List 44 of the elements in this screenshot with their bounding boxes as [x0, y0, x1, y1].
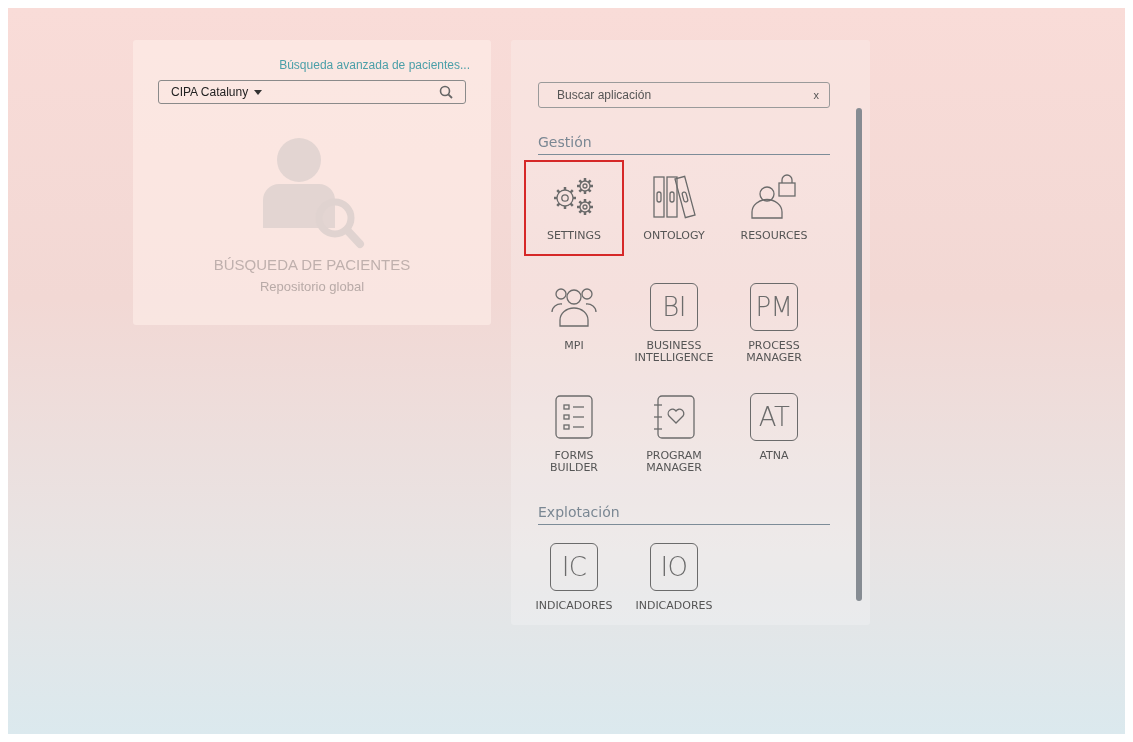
app-tile[interactable]: AT ATNA — [724, 380, 824, 476]
caret-icon — [254, 89, 263, 95]
app-search-input[interactable]: Buscar aplicación — [557, 86, 814, 104]
abbreviation-icon: IC — [550, 543, 598, 591]
app-label: PROCESS MANAGER — [746, 340, 802, 364]
abbreviation-icon: PM — [750, 283, 798, 331]
patient-search-field[interactable]: CIPA Cataluny — [158, 80, 466, 104]
app-tile[interactable]: PROGRAM MANAGER — [624, 380, 724, 476]
abbreviation-icon: AT — [750, 393, 798, 441]
app-tile[interactable]: ONTOLOGY — [624, 160, 724, 256]
app-tile[interactable]: BI BUSINESS INTELLIGENCE — [624, 270, 724, 366]
abbreviation-icon: BI — [650, 283, 698, 331]
section-heading: Gestión — [538, 134, 592, 150]
app-label: ONTOLOGY — [643, 230, 705, 242]
app-label: FORMS BUILDER — [549, 450, 598, 474]
form-list-icon — [554, 394, 594, 440]
app-tile[interactable]: FORMS BUILDER — [524, 380, 624, 476]
search-icon[interactable] — [439, 85, 453, 99]
app-label: ATNA — [759, 450, 789, 462]
app-tile[interactable]: RESOURCES — [724, 160, 824, 256]
patient-search-subtitle: Repositorio global — [259, 277, 365, 296]
app-label: INDICADORES — [535, 600, 613, 612]
app-tile[interactable]: PM PROCESS MANAGER — [724, 270, 824, 366]
scope-dropdown[interactable]: CIPA Cataluny — [171, 83, 249, 101]
user-lock-icon — [749, 174, 799, 220]
heart-notebook-icon — [652, 394, 696, 440]
clear-button[interactable]: x — [813, 86, 819, 104]
app-tile[interactable]: IC INDICADORES — [524, 530, 624, 625]
app-label: PROGRAM MANAGER — [646, 450, 702, 474]
app-search-field[interactable]: Buscar aplicación x — [538, 82, 830, 108]
app-label: SETTINGS — [546, 230, 602, 242]
app-label: MPI — [564, 340, 584, 352]
app-label: INDICADORES — [635, 600, 713, 612]
patient-search-title: BÚSQUEDA DE PACIENTES — [213, 255, 411, 275]
app-tile[interactable]: MPI — [524, 270, 624, 366]
app-label: RESOURCES — [740, 230, 808, 242]
group-icon — [549, 286, 599, 328]
app-label: BUSINESS INTELLIGENCE — [634, 340, 714, 364]
abbreviation-icon: IO — [650, 543, 698, 591]
scrollbar-thumb[interactable] — [856, 108, 862, 601]
app-tile[interactable]: SETTINGS — [524, 160, 624, 256]
binders-icon — [651, 174, 697, 220]
section-heading: Explotación — [538, 504, 620, 520]
app-tile[interactable]: IO INDICADORES — [624, 530, 724, 625]
